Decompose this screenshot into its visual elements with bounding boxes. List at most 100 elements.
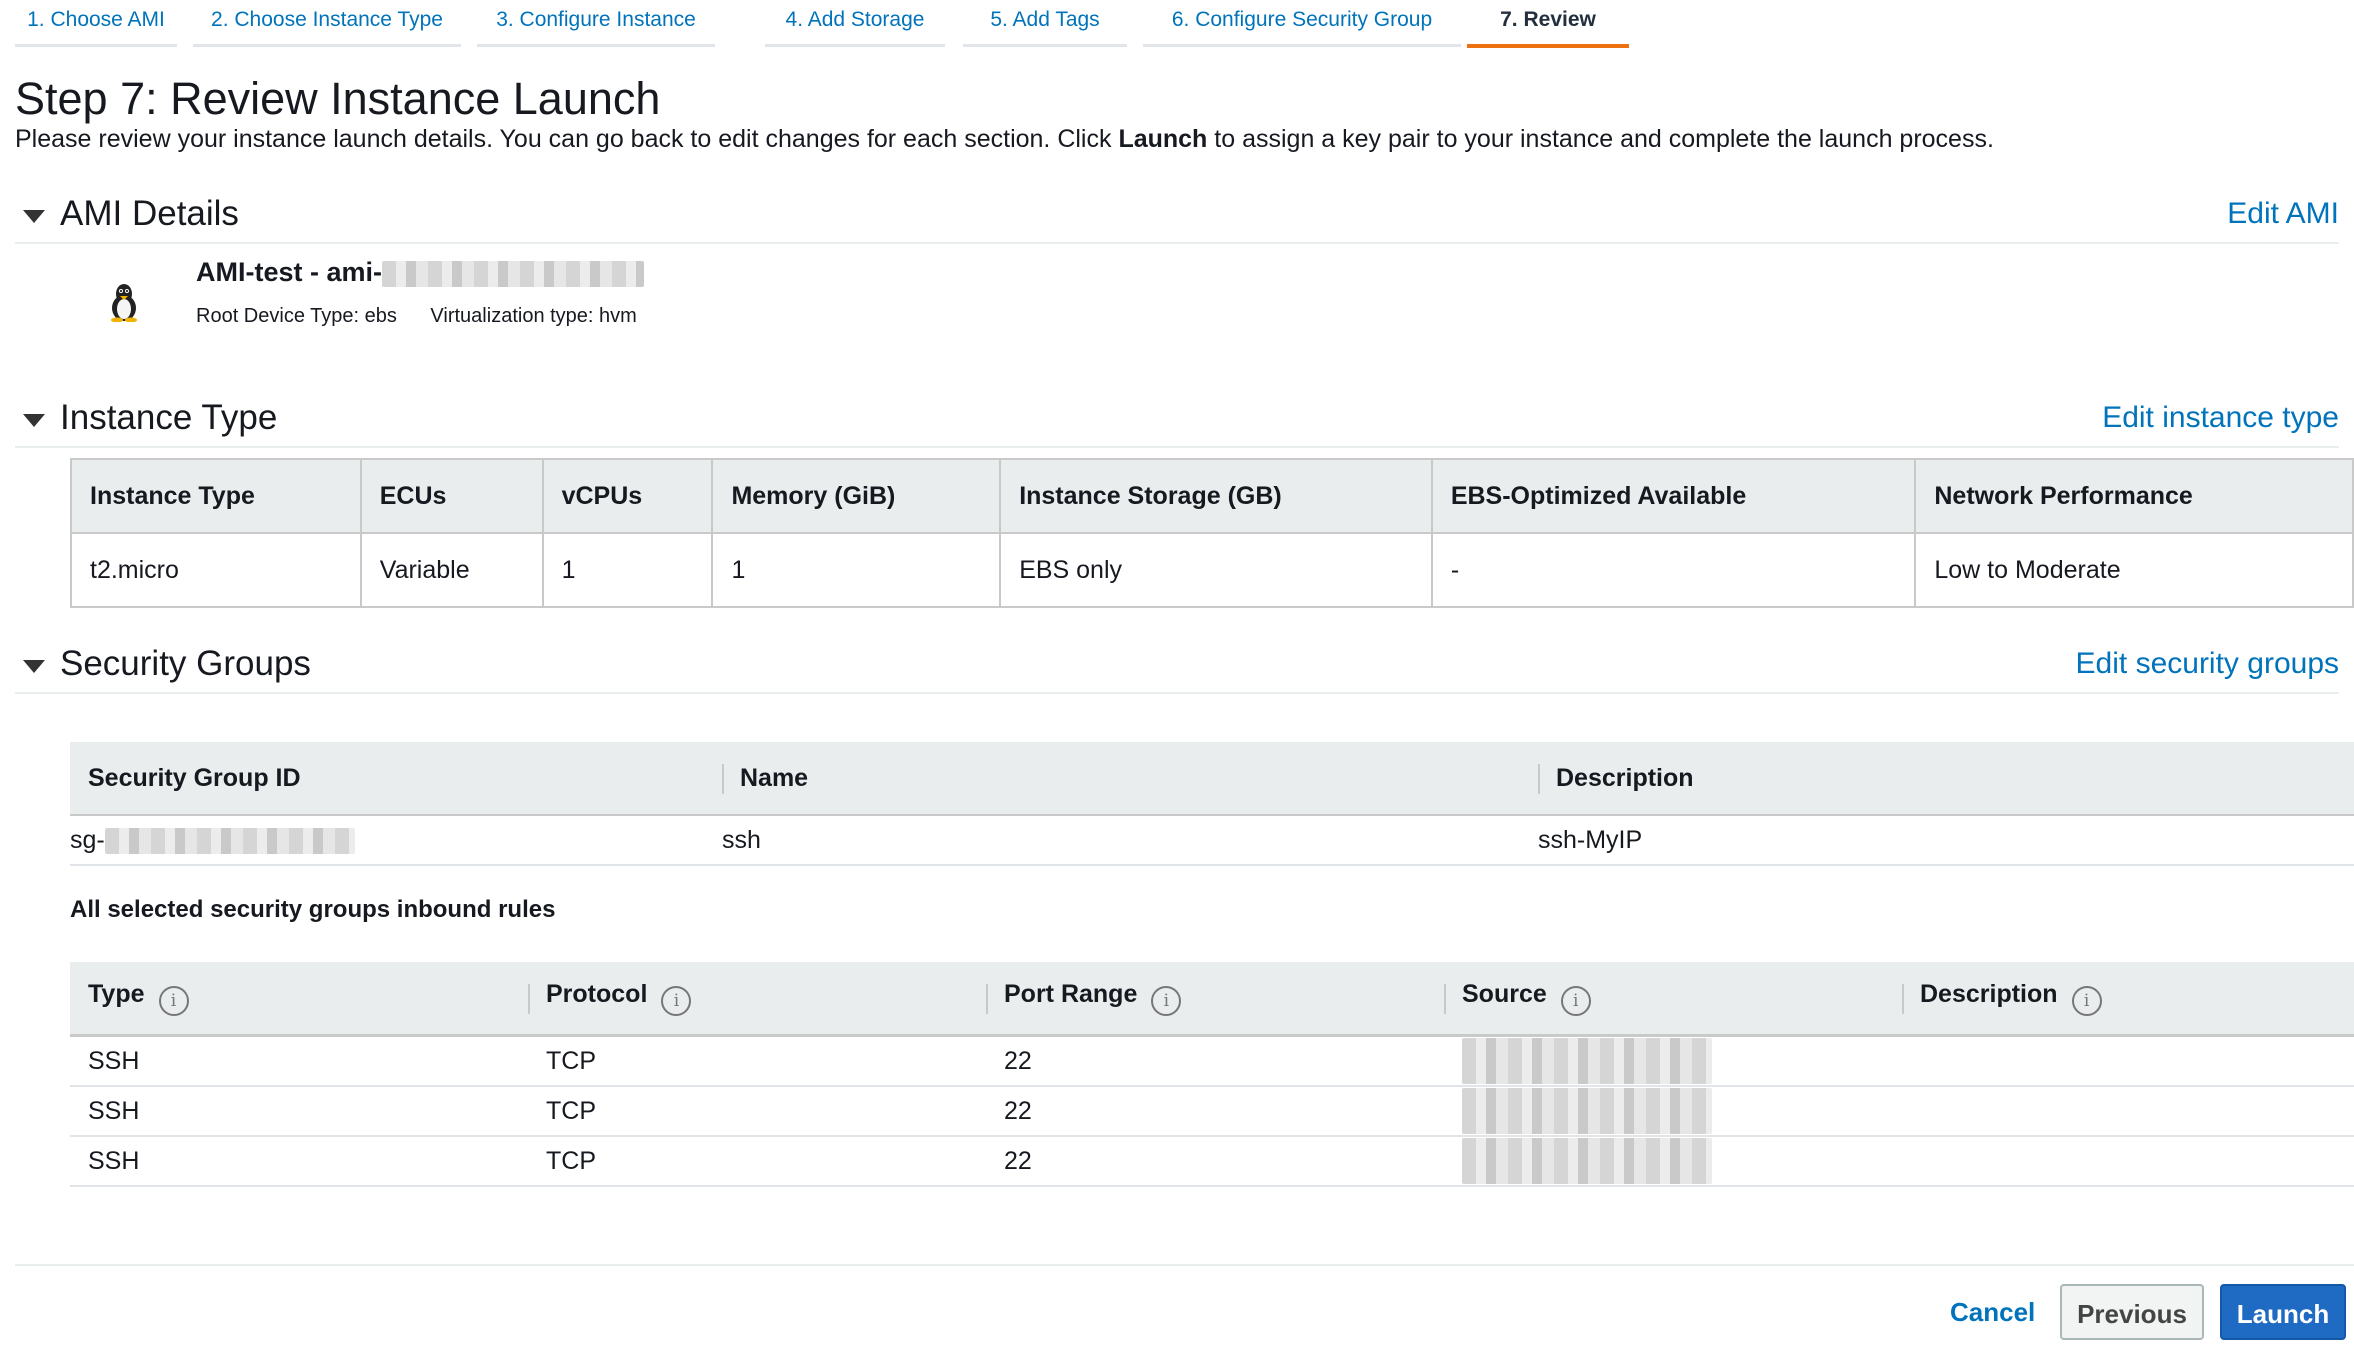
intro-text-1: Please review your instance launch detai… [15,125,1119,153]
step-choose-ami[interactable]: 1. Choose AMI [15,0,177,47]
table-row: SSH TCP 22 [70,1035,2354,1087]
col-instance-storage: Instance Storage (GB) [999,458,1433,534]
col-memory: Memory (GiB) [711,458,1002,534]
cell-rule-description [1902,1035,2354,1087]
info-icon[interactable]: i [1560,986,1591,1016]
table-row: sg- ssh ssh-MyIP [70,815,2354,866]
cell-sg-description: ssh-MyIP [1538,815,2354,866]
table-row: t2.micro Variable 1 1 EBS only - Low to … [70,532,2354,608]
cell-rule-type: SSH [70,1136,528,1187]
virtualization-type: Virtualization type: hvm [430,305,637,327]
col-ebs-optimized: EBS-Optimized Available [1430,458,1917,534]
column-separator [986,984,988,1014]
table-header-row: Instance Type ECUs vCPUs Memory (GiB) In… [70,458,2354,534]
col-vcpus: vCPUs [541,458,714,534]
cell-vcpus: 1 [541,532,714,608]
ami-details-header[interactable]: AMI Details Edit AMI [15,190,2339,244]
info-icon[interactable]: i [158,986,189,1016]
redacted-sg-id [104,827,355,854]
column-separator [528,984,530,1014]
cell-rule-source [1444,1136,1902,1187]
cell-instance-type: t2.micro [70,532,362,608]
step-review[interactable]: 7. Review [1467,0,1629,48]
info-icon[interactable]: i [1151,986,1182,1016]
step-add-tags[interactable]: 5. Add Tags [963,0,1127,47]
redacted-source-ip [1462,1038,1712,1084]
cell-memory: 1 [711,532,1002,608]
info-icon[interactable]: i [661,986,692,1016]
ami-name-text: AMI-test - ami- [196,257,383,287]
col-protocol: Protocol i [528,962,986,1037]
intro-text-2: to assign a key pair to your instance an… [1207,125,1994,153]
collapse-caret-icon[interactable] [23,210,45,223]
cell-rule-port: 22 [986,1035,1444,1087]
redacted-ami-id [382,260,645,287]
col-name: Name [722,742,1538,816]
page-title: Step 7: Review Instance Launch [15,73,661,124]
cell-rule-port: 22 [986,1086,1444,1137]
table-header-row: Security Group ID Name Description [70,742,2354,816]
cell-rule-port: 22 [986,1136,1444,1187]
instance-type-table: Instance Type ECUs vCPUs Memory (GiB) In… [70,458,2354,608]
security-groups-header[interactable]: Security Groups Edit security groups [15,640,2339,694]
table-row: SSH TCP 22 [70,1086,2354,1137]
step-configure-instance[interactable]: 3. Configure Instance [477,0,715,47]
step-choose-instance-type[interactable]: 2. Choose Instance Type [193,0,461,47]
cell-rule-type: SSH [70,1035,528,1087]
col-description: Description [1538,742,2354,816]
column-separator [1902,984,1904,1014]
col-ecus: ECUs [359,458,544,534]
col-source: Source i [1444,962,1902,1037]
page-intro: Please review your instance launch detai… [15,124,1994,154]
instance-type-header[interactable]: Instance Type Edit instance type [15,394,2339,448]
cell-rule-protocol: TCP [528,1086,986,1137]
instance-type-title: Instance Type [60,398,278,437]
cell-rule-description [1902,1136,2354,1187]
cell-ebs-optimized: - [1430,532,1917,608]
cell-security-group-id: sg- [70,815,722,866]
cell-rule-source [1444,1086,1902,1137]
intro-launch-word: Launch [1118,125,1208,153]
security-groups-table: Security Group ID Name Description sg- s… [70,742,2354,866]
ami-meta: Root Device Type: ebs Virtualization typ… [196,304,665,328]
cell-rule-type: SSH [70,1086,528,1137]
edit-instance-type-link[interactable]: Edit instance type [2102,398,2339,438]
cell-instance-storage: EBS only [999,532,1433,608]
column-separator [1538,764,1540,794]
collapse-caret-icon[interactable] [23,414,45,427]
inbound-rules-label: All selected security groups inbound rul… [70,896,556,923]
col-network-performance: Network Performance [1914,458,2354,534]
cell-sg-name: ssh [722,815,1538,866]
edit-security-groups-link[interactable]: Edit security groups [2076,644,2339,684]
cell-ecus: Variable [359,532,544,608]
inbound-rules-table: Type i Protocol i Port Range i Source i Desc… [70,962,2354,1187]
cell-rule-protocol: TCP [528,1035,986,1087]
col-rule-description: Description i [1902,962,2354,1037]
table-row: SSH TCP 22 [70,1136,2354,1187]
previous-button[interactable]: Previous [2060,1284,2204,1340]
col-instance-type: Instance Type [70,458,362,534]
wizard-steps: 1. Choose AMI 2. Choose Instance Type 3.… [15,0,2354,48]
cell-rule-description [1902,1086,2354,1137]
cell-rule-source [1444,1035,1902,1087]
ami-name: AMI-test - ami- [196,256,645,288]
edit-ami-link[interactable]: Edit AMI [2227,194,2339,234]
redacted-source-ip [1462,1138,1712,1184]
info-icon[interactable]: i [2071,986,2102,1016]
column-separator [1444,984,1446,1014]
cell-rule-protocol: TCP [528,1136,986,1187]
column-separator [722,764,724,794]
step-add-storage[interactable]: 4. Add Storage [765,0,945,47]
cancel-button[interactable]: Cancel [1950,1292,2035,1332]
col-type: Type i [70,962,528,1037]
linux-penguin-icon [111,284,137,322]
redacted-source-ip [1462,1088,1712,1134]
table-header-row: Type i Protocol i Port Range i Source i Desc… [70,962,2354,1037]
col-security-group-id: Security Group ID [70,742,722,816]
cell-network-performance: Low to Moderate [1914,532,2354,608]
collapse-caret-icon[interactable] [23,660,45,673]
step-configure-security-group[interactable]: 6. Configure Security Group [1143,0,1461,47]
footer-divider [15,1264,2354,1266]
security-groups-title: Security Groups [60,644,311,683]
launch-button[interactable]: Launch [2220,1284,2346,1340]
